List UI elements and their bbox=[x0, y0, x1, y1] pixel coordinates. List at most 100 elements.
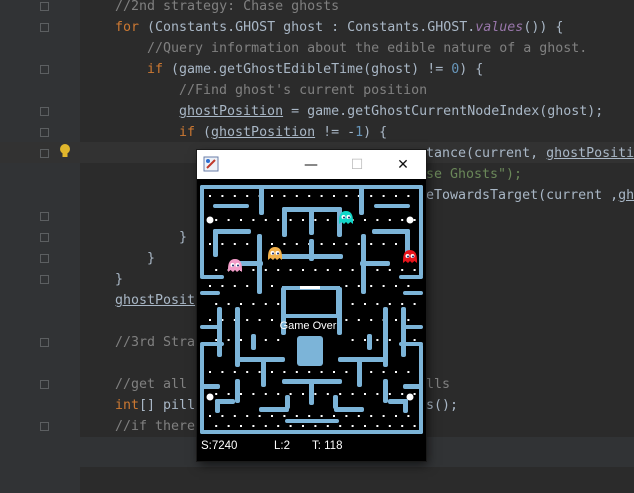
close-button[interactable]: ✕ bbox=[380, 150, 426, 179]
pill-dot bbox=[227, 219, 230, 221]
code-line[interactable]: //Find ghost's current position bbox=[179, 81, 427, 101]
pill-dot bbox=[401, 393, 404, 395]
fold-marker[interactable] bbox=[40, 422, 49, 431]
pill-dot bbox=[376, 393, 379, 395]
pill-dot bbox=[233, 415, 236, 417]
code-line[interactable]: ghostPosit bbox=[115, 291, 195, 311]
code-line[interactable]: if (ghostPosition != -1) { bbox=[179, 123, 387, 143]
code-token: [] pill bbox=[139, 398, 196, 413]
pill-dot bbox=[246, 371, 249, 373]
code-line[interactable]: } bbox=[147, 249, 155, 269]
ghost-pink bbox=[228, 259, 242, 272]
power-pellet bbox=[206, 216, 214, 224]
code-token: //Query information about the edible nat… bbox=[147, 41, 588, 56]
pill-dot bbox=[209, 195, 211, 197]
pill-dot bbox=[320, 195, 323, 197]
code-token: eTowardsTarget(current , bbox=[426, 188, 619, 203]
pill-dot bbox=[364, 303, 366, 305]
code-token: (game.getGhostEdibleTime(ghost) != bbox=[163, 62, 452, 77]
code-line[interactable]: eTowardsTarget(current ,gh bbox=[426, 186, 634, 206]
fold-marker[interactable] bbox=[40, 233, 49, 242]
fold-marker[interactable] bbox=[40, 380, 49, 389]
code-line[interactable]: //if there bbox=[115, 417, 195, 437]
pill-dot bbox=[295, 415, 298, 417]
code-token: ghostPosit bbox=[115, 293, 196, 308]
pill-dot bbox=[407, 371, 410, 373]
lightbulb-icon[interactable] bbox=[59, 144, 71, 161]
pill-dot bbox=[264, 425, 267, 427]
fold-marker[interactable] bbox=[40, 2, 49, 11]
code-line[interactable]: tance(current, ghostPositi bbox=[426, 144, 634, 164]
code-line[interactable]: } bbox=[179, 228, 187, 248]
code-token: se Ghosts"); bbox=[426, 167, 523, 182]
code-line[interactable]: //get all bbox=[115, 375, 187, 395]
fold-marker[interactable] bbox=[40, 65, 49, 74]
code-line[interactable]: //Query information about the edible nat… bbox=[147, 39, 587, 59]
pill-dot bbox=[314, 425, 317, 427]
pill-dot bbox=[277, 393, 280, 395]
pill-dot bbox=[376, 303, 379, 305]
pill-dot bbox=[233, 195, 236, 197]
pill-dot bbox=[277, 219, 280, 221]
code-token: ghostPosition bbox=[211, 125, 316, 140]
pill-dot bbox=[382, 415, 385, 417]
pill-dot bbox=[345, 243, 348, 245]
fold-marker[interactable] bbox=[40, 128, 49, 137]
pill-dot bbox=[295, 195, 298, 197]
code-line[interactable]: se Ghosts"); bbox=[426, 165, 522, 185]
pill-dot bbox=[333, 415, 335, 417]
pill-dot bbox=[376, 219, 379, 221]
pill-dot bbox=[413, 425, 416, 427]
fold-marker[interactable] bbox=[40, 149, 49, 158]
fold-marker[interactable] bbox=[40, 107, 49, 116]
code-line[interactable]: //3rd Stra bbox=[115, 333, 195, 353]
code-token: != - bbox=[315, 125, 356, 140]
code-line[interactable]: s(); bbox=[426, 396, 458, 416]
ghost-orange bbox=[268, 247, 282, 260]
pill-dot bbox=[395, 285, 397, 287]
fold-marker[interactable] bbox=[40, 275, 49, 284]
pill-dot bbox=[271, 195, 273, 197]
code-token: 1 bbox=[355, 125, 364, 140]
code-line[interactable]: for (Constants.GHOST ghost : Constants.G… bbox=[115, 18, 563, 38]
pill-dot bbox=[221, 195, 224, 197]
pill-dot bbox=[388, 425, 391, 427]
pill-dot bbox=[271, 415, 273, 417]
window-titlebar[interactable]: — ☐ ✕ bbox=[197, 150, 426, 179]
pill-dot bbox=[283, 195, 286, 197]
fold-marker[interactable] bbox=[40, 212, 49, 221]
pill-dot bbox=[351, 425, 354, 427]
pill-dot bbox=[357, 319, 360, 321]
code-line[interactable]: ghostPosition = game.getGhostCurrentNode… bbox=[179, 102, 603, 122]
code-token: //if there bbox=[115, 419, 196, 434]
pill-dot bbox=[289, 219, 292, 221]
code-line[interactable]: lls bbox=[426, 375, 450, 395]
code-line[interactable]: } bbox=[115, 270, 123, 290]
pill-dot bbox=[345, 319, 348, 321]
code-token: } bbox=[179, 230, 188, 245]
pill-dot bbox=[252, 303, 255, 305]
code-line[interactable]: int[] pill bbox=[115, 396, 195, 416]
code-token: } bbox=[115, 272, 124, 287]
pill-dot bbox=[209, 243, 211, 245]
pill-dot bbox=[252, 219, 255, 221]
code-line[interactable]: if (game.getGhostEdibleTime(ghost) != 0)… bbox=[147, 60, 483, 80]
fold-marker[interactable] bbox=[40, 23, 49, 32]
pacman-game-window[interactable]: — ☐ ✕ Game Over S:7240 L:2 T: 118 bbox=[197, 150, 426, 461]
code-token: ()) { bbox=[523, 20, 564, 35]
code-token: ghostPosition bbox=[179, 104, 284, 119]
fold-marker[interactable] bbox=[40, 254, 49, 263]
pill-dot bbox=[240, 339, 242, 341]
pill-dot bbox=[246, 195, 249, 197]
pill-dot bbox=[388, 269, 391, 271]
pill-dot bbox=[209, 285, 211, 287]
pill-dot bbox=[376, 425, 379, 427]
code-line[interactable]: //2nd strategy: Chase ghosts bbox=[115, 0, 339, 17]
minimize-button[interactable]: — bbox=[288, 150, 334, 179]
fold-marker[interactable] bbox=[40, 338, 49, 347]
maximize-button[interactable]: ☐ bbox=[334, 150, 380, 179]
pill-dot bbox=[370, 371, 373, 373]
pill-dot bbox=[233, 243, 236, 245]
pill-dot bbox=[320, 243, 323, 245]
pill-dot bbox=[302, 269, 304, 271]
